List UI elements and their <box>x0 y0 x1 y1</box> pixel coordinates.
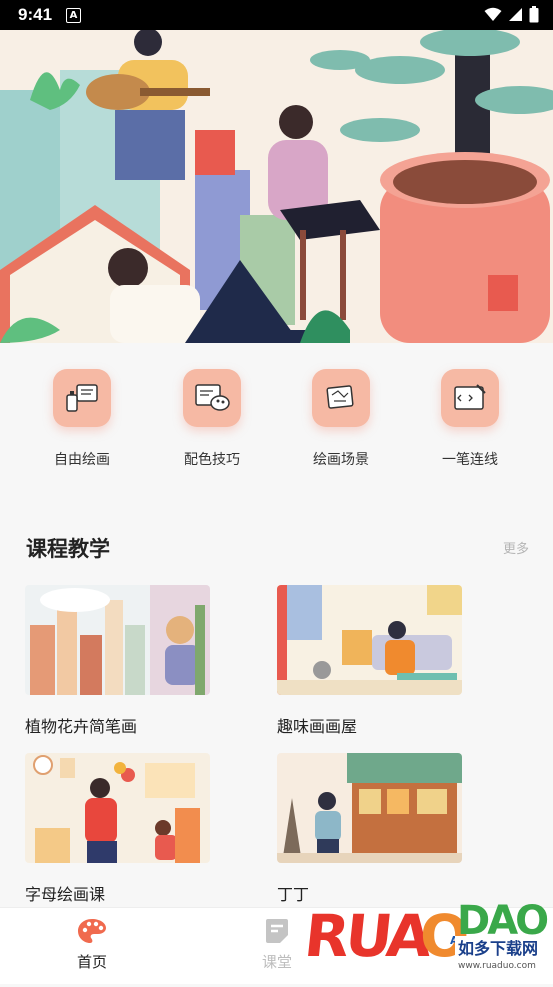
course-thumbnail <box>277 753 462 863</box>
hero-banner[interactable] <box>0 30 553 343</box>
course-title: 字母绘画课 <box>25 885 106 904</box>
course-title: 趣味画画屋 <box>277 717 358 736</box>
spray-paint-icon <box>53 369 111 427</box>
banner-illustration <box>0 30 553 343</box>
more-link[interactable]: 更多 <box>503 538 529 557</box>
quick-action-color-tips[interactable]: 配色技巧 <box>167 369 257 469</box>
quick-action-label: 自由绘画 <box>54 452 110 468</box>
watermark-url: www.ruaduo.com <box>458 961 536 971</box>
palette-board-icon <box>183 369 241 427</box>
quick-actions: 自由绘画 配色技巧 绘画场景 一笔连线 <box>0 343 553 493</box>
quick-action-label: 绘画场景 <box>313 452 369 468</box>
course-card[interactable]: 字母绘画课 <box>25 753 210 905</box>
tab-home[interactable]: 首页 <box>52 918 132 972</box>
course-title: 植物花卉简笔画 <box>25 717 138 736</box>
easel-icon <box>312 369 370 427</box>
quick-action-one-stroke[interactable]: 一笔连线 <box>425 369 515 469</box>
note-icon <box>266 919 288 943</box>
quick-action-free-draw[interactable]: 自由绘画 <box>37 369 127 469</box>
notification-a-icon: A <box>66 8 81 23</box>
tab-label: 首页 <box>76 953 107 971</box>
watermark-text: 如多下载网 <box>458 939 538 958</box>
quick-action-scenes[interactable]: 绘画场景 <box>296 369 386 469</box>
code-pen-icon <box>441 369 499 427</box>
watermark-logo: RUA O DAO A 如多下载网 www.ruaduo.com <box>301 878 553 983</box>
battery-icon <box>529 6 539 23</box>
section-title: 课程教学 <box>26 537 110 561</box>
course-thumbnail <box>277 585 462 695</box>
course-card[interactable]: 植物花卉简笔画 <box>25 585 210 737</box>
course-thumbnail <box>25 753 210 863</box>
signal-icon <box>509 8 522 21</box>
svg-text:RUA: RUA <box>305 902 435 970</box>
quick-action-label: 一笔连线 <box>442 452 498 468</box>
palette-icon <box>78 919 106 943</box>
course-card[interactable]: 趣味画画屋 <box>277 585 462 737</box>
status-time: 9:41 <box>18 5 53 24</box>
quick-action-label: 配色技巧 <box>184 452 240 468</box>
wifi-icon <box>484 7 502 21</box>
course-thumbnail <box>25 585 210 695</box>
status-bar: 9:41 A <box>0 0 553 30</box>
